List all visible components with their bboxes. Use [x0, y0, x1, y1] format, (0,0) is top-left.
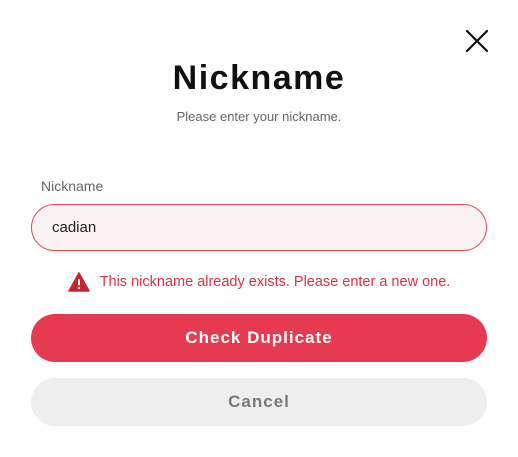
dialog-subtitle: Please enter your nickname. [176, 109, 342, 124]
warning-triangle-icon [67, 272, 90, 292]
nickname-field-label: Nickname [41, 178, 104, 194]
error-message: This nickname already exists. Please ent… [99, 274, 451, 290]
close-button[interactable] [464, 28, 490, 54]
cancel-button[interactable]: Cancel [31, 378, 487, 426]
error-message-row: This nickname already exists. Please ent… [0, 272, 518, 292]
close-icon [465, 29, 489, 53]
dialog-title: Nickname [172, 59, 346, 97]
check-duplicate-button[interactable]: Check Duplicate [31, 314, 487, 362]
nickname-input[interactable] [31, 204, 487, 251]
nickname-dialog: Nickname Please enter your nickname. Nic… [0, 0, 518, 457]
